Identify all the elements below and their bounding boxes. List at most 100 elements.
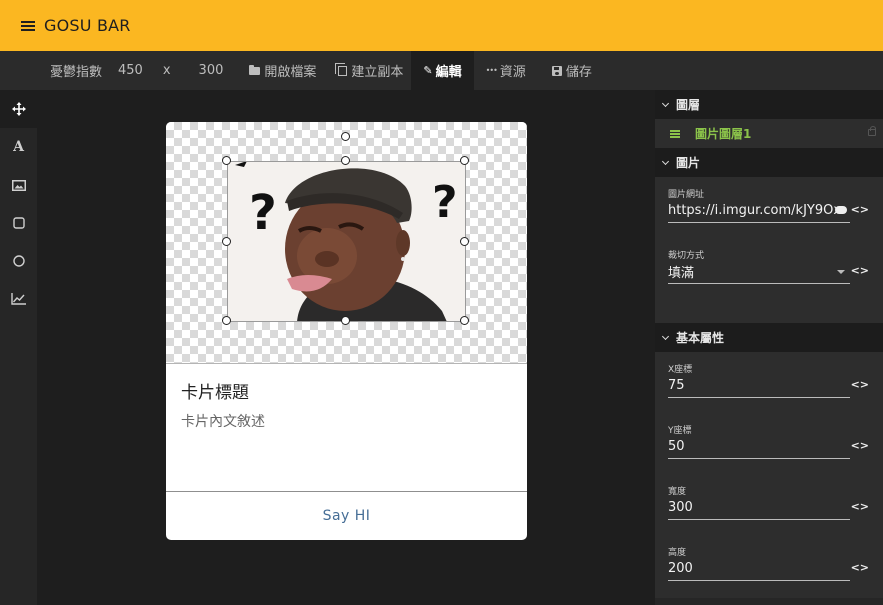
dimension-separator-label: x xyxy=(162,63,171,78)
chevron-down-icon xyxy=(661,99,670,107)
x-field: X座標 75 <> xyxy=(655,352,883,413)
width-field: 寬度 300 <> xyxy=(655,474,883,535)
tool-rectangle[interactable] xyxy=(0,204,37,242)
canvas-width-value: 450 xyxy=(118,63,143,78)
tab-resources-label: 資源 xyxy=(499,65,526,80)
save-label: 儲存 xyxy=(565,65,592,80)
tool-chart[interactable] xyxy=(0,280,37,318)
layer-item[interactable]: 圖片圖層1 xyxy=(655,119,883,148)
resize-handle-top-right[interactable] xyxy=(460,156,469,165)
card-actions: Say HI xyxy=(166,491,527,540)
tab-resources[interactable]: ••• 資源 xyxy=(474,51,536,90)
image-url-field: 圖片網址 https://i.imgur.com/kJY9Ox <> xyxy=(655,177,883,238)
resize-handle-bottom-right[interactable] xyxy=(460,316,469,325)
image-icon xyxy=(11,179,26,191)
say-hi-button[interactable]: Say HI xyxy=(323,508,371,524)
image-section-header[interactable]: 圖片 xyxy=(655,148,883,177)
image-url-input[interactable]: https://i.imgur.com/kJY9Ox xyxy=(668,199,850,223)
canvas-area: ? ? 卡片標題 卡片內文敘述 Say HI xyxy=(37,90,655,605)
copy-icon xyxy=(335,62,348,76)
chevron-down-icon xyxy=(661,157,670,165)
circle-icon xyxy=(12,255,25,267)
duplicate-label: 建立副本 xyxy=(351,65,404,80)
tab-edit-label: 編輯 xyxy=(435,65,462,80)
width-input[interactable]: 300 xyxy=(668,496,850,520)
tool-circle[interactable] xyxy=(0,242,37,280)
crop-mode-value: 填滿 xyxy=(668,266,695,281)
tab-edit[interactable]: ✎ 編輯 xyxy=(411,51,474,90)
save-icon xyxy=(551,65,562,76)
resource-icon: ••• xyxy=(485,66,498,75)
duplicate-button[interactable]: 建立副本 xyxy=(324,51,411,90)
toolbar: 憂鬱指數 450 x 300 開啟檔案 建立副本 ✎ 編輯 ••• 資源 儲存 xyxy=(0,51,883,90)
code-toggle-icon[interactable]: <> xyxy=(851,561,869,574)
tool-move[interactable] xyxy=(0,90,37,128)
text-icon: A xyxy=(13,139,24,155)
canvas-height[interactable]: 300 xyxy=(185,51,238,90)
image-section: 圖片網址 https://i.imgur.com/kJY9Ox <> 裁切方式 … xyxy=(655,177,883,323)
basic-section: X座標 75 <> Y座標 50 <> 寬度 300 <> 高度 200 <> xyxy=(655,352,883,598)
lock-icon[interactable] xyxy=(868,126,876,136)
resize-handle-top[interactable] xyxy=(341,156,350,165)
pencil-icon: ✎ xyxy=(423,64,433,77)
crop-mode-select[interactable]: 填滿 xyxy=(668,260,850,284)
canvas-height-value: 300 xyxy=(198,63,224,78)
image-heading: 圖片 xyxy=(676,156,701,170)
open-file-label: 開啟檔案 xyxy=(264,65,317,80)
project-name[interactable]: 憂鬱指數 xyxy=(40,51,112,90)
properties-panel: 圖層 圖片圖層1 圖片 圖片網址 https://i.imgur.com/kJY… xyxy=(655,90,883,605)
app-bar: GOSU BAR xyxy=(0,0,883,51)
selection-box xyxy=(227,161,466,322)
card-body-text: 卡片內文敘述 xyxy=(181,414,265,430)
open-file-button[interactable]: 開啟檔案 xyxy=(237,51,324,90)
rotate-handle[interactable] xyxy=(341,132,350,141)
save-button[interactable]: 儲存 xyxy=(536,51,602,90)
code-toggle-icon[interactable]: <> xyxy=(851,439,869,452)
basic-heading: 基本屬性 xyxy=(676,331,725,345)
code-toggle-icon[interactable]: <> xyxy=(851,378,869,391)
folder-icon xyxy=(249,64,261,75)
layer-list-icon xyxy=(670,129,680,138)
image-url-value: https://i.imgur.com/kJY9Ox xyxy=(668,203,842,218)
height-field: 高度 200 <> xyxy=(655,535,883,596)
x-value: 75 xyxy=(668,378,685,393)
crop-mode-field: 裁切方式 填滿 <> xyxy=(655,238,883,299)
rectangle-icon xyxy=(12,217,25,229)
move-icon xyxy=(11,102,26,116)
layers-section-header[interactable]: 圖層 xyxy=(655,90,883,119)
height-value: 200 xyxy=(668,561,693,576)
tool-text[interactable]: A xyxy=(0,128,37,166)
chevron-down-icon xyxy=(661,332,670,340)
resize-handle-right[interactable] xyxy=(460,237,469,246)
code-toggle-icon[interactable]: <> xyxy=(851,203,869,216)
card-title: 卡片標題 xyxy=(181,383,249,403)
canvas-width[interactable]: 450 xyxy=(112,51,149,90)
tool-sidebar: A xyxy=(0,90,37,605)
cloud-upload-icon[interactable] xyxy=(835,206,847,214)
resize-handle-bottom[interactable] xyxy=(341,316,350,325)
project-name-label: 憂鬱指數 xyxy=(50,65,103,80)
x-input[interactable]: 75 xyxy=(668,374,850,398)
width-value: 300 xyxy=(668,500,693,515)
layer-name: 圖片圖層1 xyxy=(695,127,752,141)
app-title: GOSU BAR xyxy=(44,16,131,35)
tool-image[interactable] xyxy=(0,166,37,204)
chart-icon xyxy=(11,293,26,305)
resize-handle-bottom-left[interactable] xyxy=(222,316,231,325)
menu-icon[interactable] xyxy=(21,20,35,31)
card-media: ? ? xyxy=(166,122,527,364)
basic-section-header[interactable]: 基本屬性 xyxy=(655,323,883,352)
y-field: Y座標 50 <> xyxy=(655,413,883,474)
resize-handle-left[interactable] xyxy=(222,237,231,246)
layers-heading: 圖層 xyxy=(676,98,701,112)
dropdown-arrow-icon xyxy=(837,270,845,274)
code-toggle-icon[interactable]: <> xyxy=(851,264,869,277)
card-component[interactable]: ? ? 卡片標題 卡片內文敘述 Say HI xyxy=(166,122,527,540)
height-input[interactable]: 200 xyxy=(668,557,850,581)
app-root: GOSU BAR 憂鬱指數 450 x 300 開啟檔案 建立副本 ✎ 編輯 •… xyxy=(0,0,883,605)
resize-handle-top-left[interactable] xyxy=(222,156,231,165)
dimension-separator: x xyxy=(149,51,185,90)
y-value: 50 xyxy=(668,439,685,454)
y-input[interactable]: 50 xyxy=(668,435,850,459)
code-toggle-icon[interactable]: <> xyxy=(851,500,869,513)
